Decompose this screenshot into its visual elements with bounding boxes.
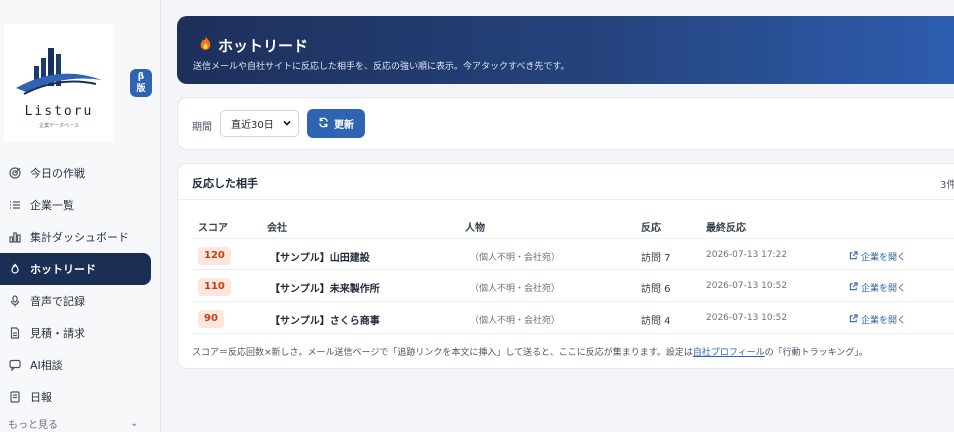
column-header-reaction[interactable]: 反応	[641, 219, 661, 234]
page-banner: ホットリード 送信メールや自社サイトに反応した相手を、反応の強い順に表示。今アタ…	[177, 16, 954, 84]
company-name[interactable]: 【サンプル】さくら商事	[270, 312, 380, 327]
sidebar: Listoru 企業データベース β 版 今日の作戦 企業一覧 集計ダッシュボー…	[0, 0, 161, 432]
company-name[interactable]: 【サンプル】山田建設	[270, 249, 370, 264]
last-reaction-time: 2026-07-13 10:52	[706, 313, 788, 323]
sidebar-item-dashboard[interactable]: 集計ダッシュボード	[0, 221, 160, 253]
beta-badge-symbol: β	[137, 72, 145, 82]
sidebar-item-label: 日報	[30, 391, 52, 404]
chevron-down-icon	[283, 120, 291, 126]
footnote: スコア＝反応回数×新しさ。メール送信ページで「追跡リンクを本文に挿入」して送ると…	[192, 345, 868, 358]
refresh-button[interactable]: 更新	[307, 109, 365, 138]
sidebar-item-label: ホットリード	[30, 263, 96, 276]
company-profile-link[interactable]: 自社プロフィール	[693, 348, 765, 358]
table-row[interactable]: 120 【サンプル】山田建設 （個人不明・会社宛） 訪問 7 2026-07-1…	[192, 238, 954, 270]
page-subtitle: 送信メールや自社サイトに反応した相手を、反応の強い順に表示。今アタックすべき先で…	[193, 62, 570, 72]
sidebar-item-quotes-invoices[interactable]: 見積・請求	[0, 317, 160, 349]
card-header: 反応した相手 3件	[178, 164, 954, 200]
reaction-count: 訪問 6	[641, 284, 671, 295]
person-name: （個人不明・会社宛）	[470, 284, 561, 294]
footnote-text: スコア＝反応回数×新しさ。メール送信ページで「追跡リンクを本文に挿入」して送ると…	[192, 348, 693, 358]
flame-icon	[199, 36, 212, 55]
logo-subtext: 企業データベース	[39, 123, 79, 129]
score-badge: 90	[198, 310, 224, 328]
person-name: （個人不明・会社宛）	[470, 316, 561, 326]
table-row[interactable]: 90 【サンプル】さくら商事 （個人不明・会社宛） 訪問 4 2026-07-1…	[192, 302, 954, 334]
external-link-icon	[849, 313, 858, 326]
sidebar-item-label: AI相談	[30, 359, 63, 372]
chat-icon	[8, 358, 22, 372]
period-select-value: 直近30日	[231, 120, 274, 131]
column-header-company[interactable]: 会社	[267, 219, 287, 234]
external-link-icon	[849, 250, 858, 263]
sidebar-item-label: 見積・請求	[30, 327, 85, 340]
external-link-icon	[849, 281, 858, 294]
card-title: 反応した相手	[192, 177, 258, 190]
hot-leads-card: 反応した相手 3件 スコア 会社 人物 反応 最終反応 120 【サンプル】山田…	[177, 163, 954, 369]
company-name[interactable]: 【サンプル】未来製作所	[270, 280, 380, 295]
open-company-link[interactable]: 企業を開く	[849, 281, 906, 294]
score-badge: 120	[198, 247, 231, 265]
beta-badge-text: 版	[136, 84, 146, 94]
notebook-icon	[8, 390, 22, 404]
sidebar-more-label: もっと見る	[8, 419, 58, 431]
sidebar-item-label: 今日の作戦	[30, 167, 85, 180]
sidebar-item-daily-report[interactable]: 日報	[0, 381, 160, 413]
result-count: 3件	[940, 180, 954, 191]
logo-text: Listoru	[24, 104, 94, 119]
column-header-score[interactable]: スコア	[198, 219, 228, 234]
table-row[interactable]: 110 【サンプル】未来製作所 （個人不明・会社宛） 訪問 6 2026-07-…	[192, 270, 954, 302]
open-company-label: 企業を開く	[861, 253, 907, 263]
list-icon	[8, 198, 22, 212]
open-company-link[interactable]: 企業を開く	[849, 250, 906, 263]
open-company-label: 企業を開く	[861, 284, 907, 294]
last-reaction-time: 2026-07-13 10:52	[706, 281, 788, 291]
refresh-button-label: 更新	[334, 120, 354, 131]
sidebar-more-toggle[interactable]: もっと見る ⌄	[0, 413, 160, 432]
last-reaction-time: 2026-07-13 17:22	[706, 250, 788, 260]
sidebar-item-today-strategy[interactable]: 今日の作戦	[0, 157, 160, 189]
filter-panel: 期間 直近30日 更新	[177, 97, 954, 150]
refresh-icon	[318, 117, 329, 131]
period-label: 期間	[192, 122, 212, 133]
reaction-count: 訪問 4	[641, 316, 671, 327]
page-title: ホットリード	[199, 35, 308, 56]
app-logo[interactable]: Listoru 企業データベース	[4, 24, 114, 142]
period-select[interactable]: 直近30日	[220, 110, 299, 137]
target-icon	[8, 166, 22, 180]
reaction-count: 訪問 7	[641, 253, 671, 264]
footnote-text-end: の「行動トラッキング」。	[764, 348, 868, 358]
open-company-label: 企業を開く	[861, 316, 907, 326]
bar-chart-icon	[8, 230, 22, 244]
microphone-icon	[8, 294, 22, 308]
sidebar-item-ai-consult[interactable]: AI相談	[0, 349, 160, 381]
open-company-link[interactable]: 企業を開く	[849, 313, 906, 326]
flame-icon	[8, 262, 22, 276]
sidebar-item-company-list[interactable]: 企業一覧	[0, 189, 160, 221]
sidebar-item-label: 集計ダッシュボード	[30, 231, 129, 244]
logo-graphic-icon	[16, 48, 102, 95]
beta-badge: β 版	[130, 69, 152, 97]
sidebar-nav: 今日の作戦 企業一覧 集計ダッシュボード ホットリード 音声で記録 見積・請求 …	[0, 157, 160, 432]
column-header-person[interactable]: 人物	[465, 219, 485, 234]
person-name: （個人不明・会社宛）	[470, 253, 561, 263]
sidebar-item-voice-record[interactable]: 音声で記録	[0, 285, 160, 317]
sidebar-item-label: 音声で記録	[30, 295, 85, 308]
chevron-down-icon: ⌄	[130, 417, 139, 429]
sidebar-item-hot-leads[interactable]: ホットリード	[0, 253, 151, 285]
page-title-text: ホットリード	[218, 37, 309, 55]
column-header-last-reaction[interactable]: 最終反応	[706, 219, 746, 234]
sidebar-item-label: 企業一覧	[30, 199, 74, 212]
score-badge: 110	[198, 278, 231, 296]
document-icon	[8, 326, 22, 340]
